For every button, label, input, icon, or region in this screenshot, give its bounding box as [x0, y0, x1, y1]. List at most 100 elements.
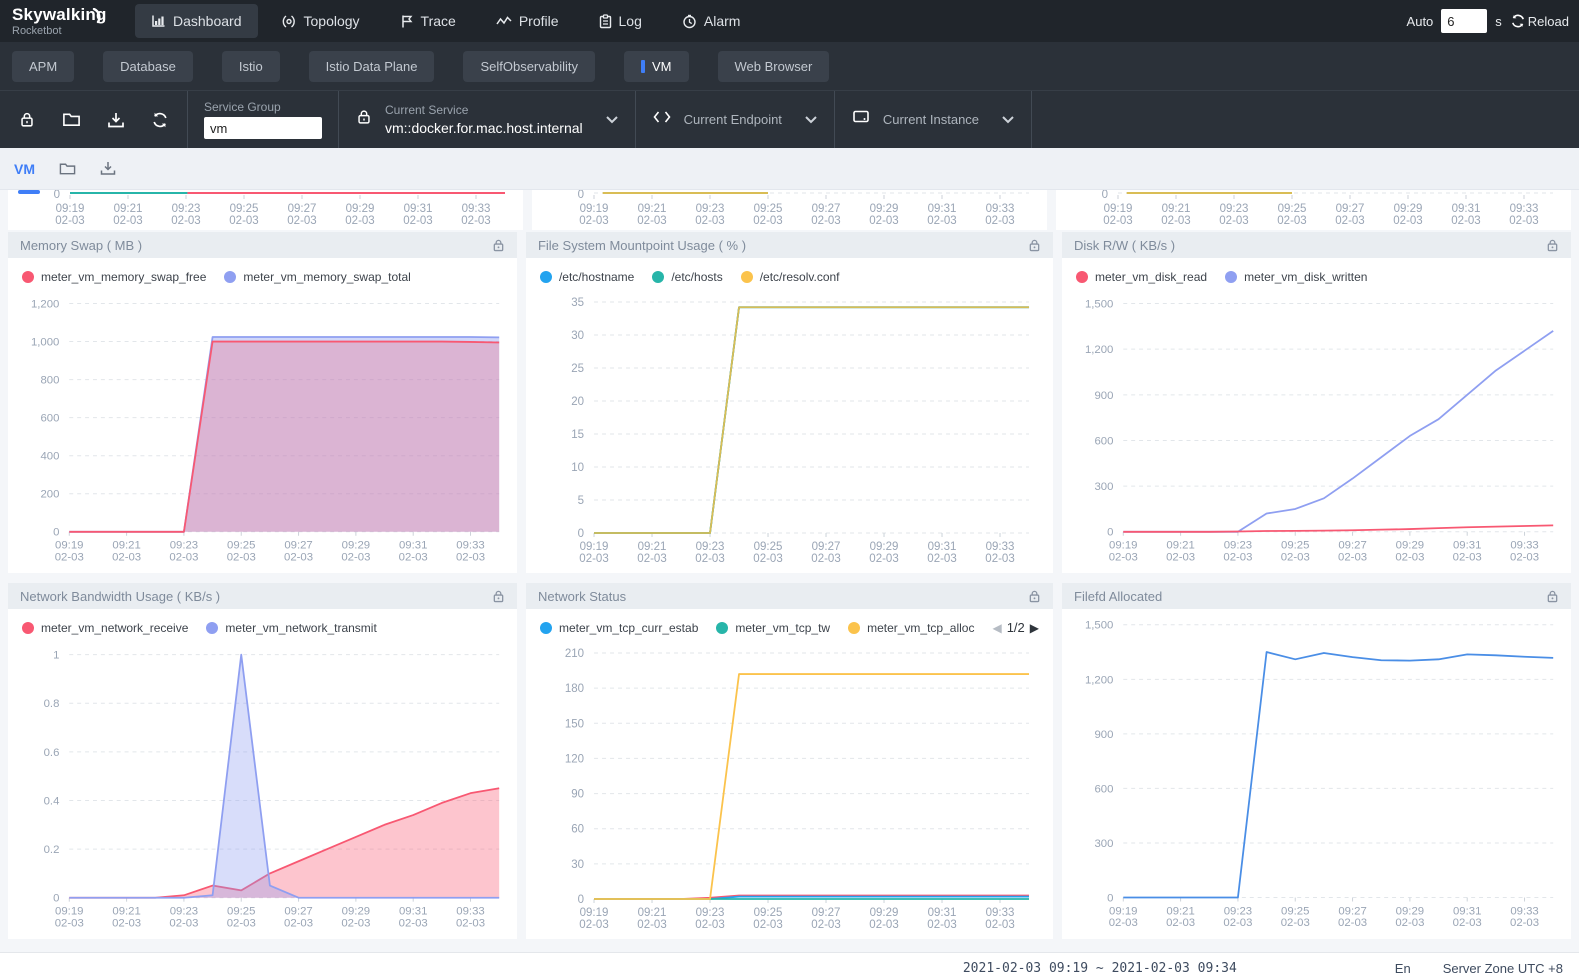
auto-interval-input[interactable]	[1441, 9, 1487, 33]
refresh-icon[interactable]	[151, 111, 169, 129]
legend-item[interactable]: meter_vm_network_transmit	[206, 621, 376, 635]
subtab-vm[interactable]: VM	[14, 161, 35, 177]
panel-title: File System Mountpoint Usage ( % )	[538, 238, 746, 253]
panel-grid: Memory Swap ( MB )meter_vm_memory_swap_f…	[8, 232, 1571, 939]
nav-item-alarm[interactable]: Alarm	[666, 4, 757, 38]
topology-icon	[282, 14, 297, 29]
svg-text:02-03: 02-03	[811, 919, 840, 931]
lock-icon[interactable]	[18, 110, 36, 129]
folder-icon[interactable]	[62, 111, 81, 128]
nav-item-trace[interactable]: Trace	[384, 4, 472, 38]
chart-legend: meter_vm_memory_swap_free meter_vm_memory…	[8, 258, 517, 288]
tab-istio-data-plane[interactable]: Istio Data Plane	[309, 51, 435, 82]
panel-header: File System Mountpoint Usage ( % )	[526, 232, 1053, 258]
cutoff-chart-axis[interactable]: 009:1902-0309:2102-0309:2302-0309:2502-0…	[532, 190, 1047, 230]
legend-item[interactable]: meter_vm_disk_read	[1076, 270, 1207, 284]
chevron-down-icon[interactable]	[1001, 115, 1015, 124]
svg-text:25: 25	[571, 363, 584, 375]
dashboard-icon	[151, 14, 166, 28]
svg-text:09:33: 09:33	[1510, 905, 1538, 917]
legend-dot	[652, 271, 664, 283]
alarm-icon	[682, 14, 697, 29]
svg-text:02-03: 02-03	[811, 553, 840, 565]
legend-item[interactable]: /etc/resolv.conf	[741, 270, 840, 284]
current-service-selector[interactable]: Current Service vm::docker.for.mac.host.…	[339, 91, 635, 148]
panel-lock-icon[interactable]	[492, 589, 505, 603]
panel-lock-icon[interactable]	[492, 238, 505, 252]
tab-selfobservability[interactable]: SelfObservability	[463, 51, 595, 82]
panel-lock-icon[interactable]	[1028, 589, 1041, 603]
svg-text:02-03: 02-03	[927, 919, 956, 931]
legend-prev-icon[interactable]: ◀	[992, 621, 1001, 635]
svg-text:09:25: 09:25	[1281, 905, 1309, 917]
svg-text:09:19: 09:19	[1104, 203, 1133, 215]
svg-text:02-03: 02-03	[55, 215, 84, 227]
svg-text:09:19: 09:19	[55, 540, 83, 552]
legend-item[interactable]: meter_vm_tcp_curr_estab	[540, 621, 698, 635]
chart-canvas[interactable]: 02004006008001,0001,20009:1902-0309:2102…	[8, 288, 517, 573]
legend-item[interactable]: /etc/hosts	[652, 270, 722, 284]
svg-text:09:27: 09:27	[288, 203, 317, 215]
nav-item-topology[interactable]: Topology	[266, 4, 376, 38]
legend-dot	[716, 622, 728, 634]
nav-item-log[interactable]: Log	[583, 4, 658, 38]
chevron-down-icon[interactable]	[605, 115, 619, 124]
svg-text:09:31: 09:31	[1453, 540, 1481, 552]
svg-text:02-03: 02-03	[985, 553, 1014, 565]
folder-icon[interactable]	[59, 161, 76, 176]
legend-item[interactable]: meter_vm_tcp_tw	[716, 621, 830, 635]
chart-canvas[interactable]: 03006009001,2001,50009:1902-0309:2102-03…	[1062, 609, 1571, 939]
legend-label: meter_vm_disk_read	[1095, 270, 1207, 284]
chart-canvas[interactable]: 030609012015018021009:1902-0309:2102-030…	[526, 639, 1053, 939]
panel-lock-icon[interactable]	[1546, 589, 1559, 603]
service-lock-icon[interactable]	[355, 108, 373, 131]
panel-lock-icon[interactable]	[1028, 238, 1041, 252]
chart-canvas[interactable]: 03006009001,2001,50009:1902-0309:2102-03…	[1062, 288, 1571, 573]
chevron-down-icon[interactable]	[804, 115, 818, 124]
tab-vm[interactable]: VM	[624, 51, 689, 82]
legend-next-icon[interactable]: ▶	[1030, 621, 1039, 635]
legend-item[interactable]: meter_vm_tcp_alloc	[848, 621, 974, 635]
legend-item[interactable]: meter_vm_memory_swap_total	[224, 270, 410, 284]
svg-text:02-03: 02-03	[399, 551, 428, 563]
download-icon[interactable]	[100, 161, 116, 176]
nav-item-dashboard[interactable]: Dashboard	[135, 4, 258, 38]
svg-text:09:33: 09:33	[456, 540, 484, 552]
tab-apm[interactable]: APM	[12, 51, 74, 82]
tab-database[interactable]: Database	[103, 51, 193, 82]
service-group-input[interactable]	[204, 117, 322, 139]
chart-canvas[interactable]: 0510152025303509:1902-0309:2102-0309:230…	[526, 288, 1053, 573]
scroll-indicator	[18, 190, 40, 194]
legend-item[interactable]: meter_vm_memory_swap_free	[22, 270, 206, 284]
time-range-picker[interactable]: 2021-02-03 09:19 ~ 2021-02-03 09:34	[963, 961, 1237, 976]
current-endpoint-selector[interactable]: Current Endpoint	[636, 91, 834, 148]
download-icon[interactable]	[107, 111, 125, 129]
svg-text:0.4: 0.4	[44, 795, 60, 807]
legend-item[interactable]: meter_vm_disk_written	[1225, 270, 1367, 284]
svg-text:02-03: 02-03	[169, 917, 198, 929]
legend-item[interactable]: meter_vm_network_receive	[22, 621, 188, 635]
current-instance-selector[interactable]: Current Instance	[835, 91, 1031, 148]
svg-text:0: 0	[53, 893, 59, 905]
log-icon	[599, 14, 612, 29]
svg-text:02-03: 02-03	[927, 553, 956, 565]
legend-dot	[224, 271, 236, 283]
svg-text:02-03: 02-03	[1509, 215, 1538, 227]
reload-button[interactable]: Reload	[1510, 13, 1569, 29]
reload-label: Reload	[1528, 14, 1569, 29]
language-toggle[interactable]: En	[1395, 961, 1411, 976]
svg-text:400: 400	[40, 451, 59, 463]
svg-text:1,200: 1,200	[1085, 344, 1113, 356]
cutoff-chart-axis[interactable]: 009:1902-0309:2102-0309:2302-0309:2502-0…	[8, 190, 523, 230]
svg-text:02-03: 02-03	[1166, 917, 1195, 929]
svg-text:09:23: 09:23	[1220, 203, 1249, 215]
svg-text:09:25: 09:25	[1278, 203, 1307, 215]
current-service-label: Current Service	[385, 103, 583, 117]
legend-item[interactable]: /etc/hostname	[540, 270, 634, 284]
tab-web-browser[interactable]: Web Browser	[718, 51, 830, 82]
nav-item-profile[interactable]: Profile	[480, 4, 575, 38]
tab-istio[interactable]: Istio	[222, 51, 280, 82]
cutoff-chart-axis[interactable]: 009:1902-0309:2102-0309:2302-0309:2502-0…	[1056, 190, 1571, 230]
chart-canvas[interactable]: 00.20.40.60.8109:1902-0309:2102-0309:230…	[8, 639, 517, 939]
panel-lock-icon[interactable]	[1546, 238, 1559, 252]
